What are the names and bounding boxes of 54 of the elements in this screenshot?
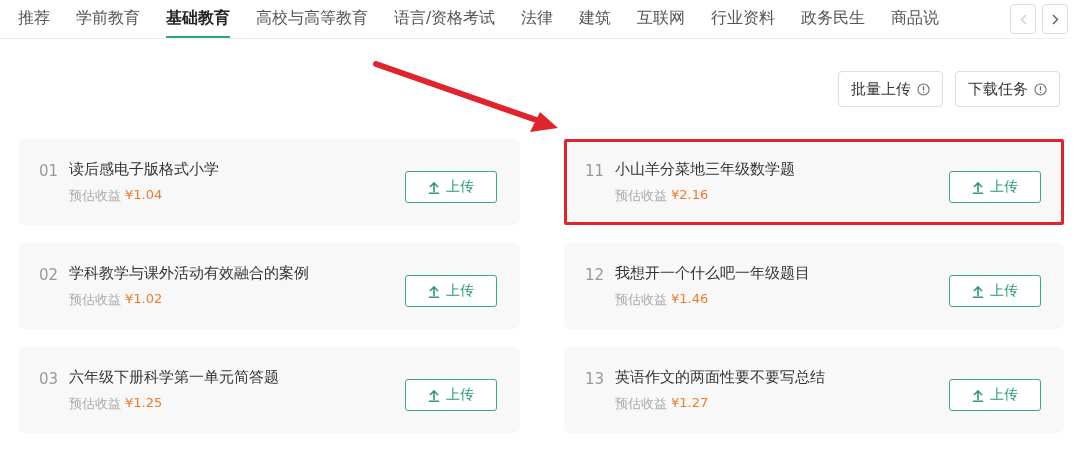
item-title: 英语作文的两面性要不要写总结: [615, 367, 826, 387]
income-value: ¥1.02: [125, 290, 163, 308]
income-label: 预估收益: [69, 186, 121, 205]
income-label: 预估收益: [69, 394, 121, 413]
upload-icon: [428, 284, 440, 298]
upload-icon: [428, 180, 440, 194]
upload-icon: [972, 388, 984, 402]
income-value: ¥1.25: [125, 394, 163, 412]
info-icon: [917, 82, 930, 96]
item-title: 学科教学与课外活动有效融合的案例: [69, 263, 310, 283]
upload-button[interactable]: 上传: [405, 275, 497, 307]
income-label: 预估收益: [615, 290, 667, 309]
category-tab[interactable]: 推荐: [18, 0, 50, 38]
upload-icon: [428, 388, 440, 402]
category-tab[interactable]: 商品说: [891, 0, 940, 38]
item-number: 11: [585, 162, 606, 180]
item-number: 13: [585, 370, 606, 388]
upload-button[interactable]: 上传: [405, 379, 497, 411]
category-tab[interactable]: 政务民生: [801, 0, 866, 38]
category-tab[interactable]: 语言/资格考试: [394, 0, 496, 38]
next-button[interactable]: [1042, 4, 1068, 34]
item-title: 读后感电子版格式小学: [69, 159, 220, 179]
item-number: 12: [585, 266, 606, 284]
item-title: 六年级下册科学第一单元简答题: [69, 367, 280, 387]
upload-icon: [972, 180, 984, 194]
upload-icon: [972, 284, 984, 298]
item-number: 02: [39, 266, 60, 284]
chevron-left-icon: [1019, 13, 1027, 25]
category-tab[interactable]: 法律: [521, 0, 554, 38]
upload-button[interactable]: 上传: [949, 171, 1041, 203]
action-button[interactable]: 下载任务: [955, 71, 1060, 107]
info-icon: [1034, 82, 1047, 96]
income-value: ¥1.04: [125, 186, 163, 204]
income-label: 预估收益: [69, 290, 121, 309]
item-title: 小山羊分菜地三年级数学题: [615, 159, 796, 179]
income-value: ¥2.16: [671, 186, 709, 204]
chevron-right-icon: [1051, 13, 1059, 25]
category-tab[interactable]: 学前教育: [76, 0, 140, 38]
income-value: ¥1.27: [671, 394, 709, 412]
upload-button[interactable]: 上传: [949, 379, 1041, 411]
income-value: ¥1.46: [671, 290, 709, 308]
category-tab[interactable]: 建筑: [579, 0, 612, 38]
item-number: 03: [39, 370, 60, 388]
category-tab[interactable]: 基础教育: [166, 0, 230, 38]
category-tab[interactable]: 行业资料: [711, 0, 776, 38]
category-tab[interactable]: 高校与高等教育: [256, 0, 368, 38]
upload-button[interactable]: 上传: [949, 275, 1041, 307]
upload-button[interactable]: 上传: [405, 171, 497, 203]
item-number: 01: [39, 162, 60, 180]
category-tab[interactable]: 互联网: [637, 0, 686, 38]
action-button[interactable]: 批量上传: [838, 71, 943, 107]
income-label: 预估收益: [615, 394, 667, 413]
income-label: 预估收益: [615, 186, 667, 205]
item-title: 我想开一个什么吧一年级题目: [615, 263, 811, 283]
